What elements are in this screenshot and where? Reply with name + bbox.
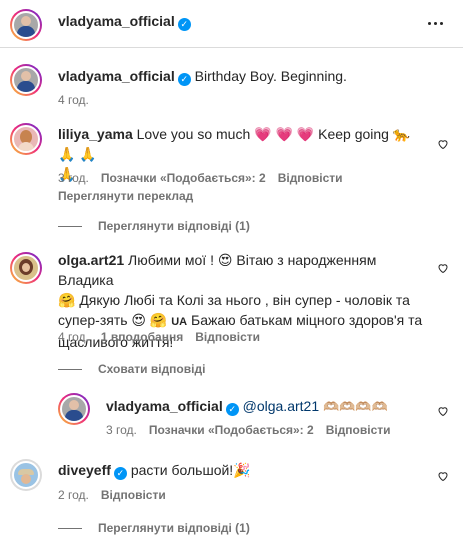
emoji: 🫶🏼🫶🏼🫶🏼🫶🏼 [323, 399, 388, 414]
caption-meta: 4 год. [58, 93, 89, 107]
like-heart-icon[interactable] [437, 262, 449, 274]
avatar[interactable] [10, 123, 42, 155]
reply-button[interactable]: Відповісти [195, 330, 260, 344]
comment-meta: 2 год. Відповісти [58, 488, 166, 502]
divider [58, 527, 82, 529]
comment-body: diveyeff ✓ расти большой!🎉 [58, 460, 251, 480]
avatar[interactable] [58, 393, 90, 425]
verified-badge-icon: ✓ [177, 73, 191, 86]
comment-username[interactable]: diveyeff [58, 462, 111, 478]
like-heart-icon[interactable] [437, 138, 449, 150]
divider [58, 225, 82, 227]
flag-emoji: UA [171, 316, 188, 328]
emoji: 🤗 [58, 292, 76, 308]
reply-time[interactable]: 3 год. [106, 423, 137, 437]
verified-badge-icon: ✓ [177, 18, 191, 31]
comment-username[interactable]: liliya_yama [58, 126, 133, 142]
emoji: 😍 [217, 252, 233, 268]
reply-button[interactable]: Відповісти [278, 171, 343, 185]
like-heart-icon[interactable] [437, 405, 449, 417]
post-header: vladyama_official ✓ [0, 0, 463, 48]
reply-body: vladyama_official ✓ @olga.art21 🫶🏼🫶🏼🫶🏼🫶🏼 [106, 396, 388, 417]
header-username-row[interactable]: vladyama_official ✓ [58, 13, 191, 31]
verified-badge-icon: ✓ [113, 467, 127, 480]
reply-username[interactable]: vladyama_official [106, 398, 223, 414]
view-replies-button[interactable]: Переглянути відповіді (1) [58, 521, 250, 535]
view-replies-label: Переглянути відповіді (1) [98, 521, 250, 535]
comment-time[interactable]: 4 год. [58, 330, 89, 344]
likes-count[interactable]: Позначки «Подобається»: 2 [149, 423, 314, 437]
comment-username[interactable]: olga.art21 [58, 252, 124, 268]
hide-replies-button[interactable]: Сховати відповіді [58, 362, 205, 376]
comment-text: Love you so much [136, 126, 251, 142]
comment-text: расти большой! [130, 462, 234, 478]
caption-username[interactable]: vladyama_official [58, 68, 175, 84]
mention-link[interactable]: @olga.art21 [243, 398, 319, 414]
view-replies-label: Переглянути відповіді (1) [98, 219, 250, 233]
more-options-icon[interactable] [423, 13, 447, 33]
caption-time[interactable]: 4 год. [58, 93, 89, 107]
comment-time[interactable]: 2 год. [58, 488, 89, 502]
comment-text: Бажаю батькам міцного здоров'я та [191, 312, 423, 328]
verified-badge-icon: ✓ [225, 403, 239, 416]
comment-text-b: Keep going [318, 126, 389, 142]
header-username[interactable]: vladyama_official [58, 13, 175, 29]
avatar[interactable] [10, 9, 42, 41]
reply-button[interactable]: Відповісти [101, 488, 166, 502]
avatar[interactable] [10, 252, 42, 284]
party-emoji: 🎉 [233, 462, 251, 478]
view-replies-button[interactable]: Переглянути відповіді (1) [58, 219, 250, 233]
avatar[interactable] [10, 459, 42, 491]
comment-text: супер-зять [58, 312, 128, 328]
comment-meta: 3 год. Позначки «Подобається»: 2 Відпові… [58, 171, 343, 185]
caption-body: vladyama_official ✓ Birthday Boy. Beginni… [58, 66, 347, 86]
reply-meta: 3 год. Позначки «Подобається»: 2 Відпові… [106, 423, 391, 437]
comment-time[interactable]: 3 год. [58, 171, 89, 185]
likes-count[interactable]: Позначки «Подобається»: 2 [101, 171, 266, 185]
like-heart-icon[interactable] [437, 470, 449, 482]
emoji: 😍 🤗 [131, 312, 168, 328]
avatar[interactable] [10, 64, 42, 96]
comment-text: Любими мої ! [128, 252, 214, 268]
likes-count[interactable]: 1 вподобання [101, 330, 183, 344]
caption-text: Birthday Boy. Beginning. [194, 68, 347, 84]
hearts-emoji: 💗 💗 💗 [254, 126, 315, 142]
comment-text: Дякую Любі та Колі за нього , він супер … [79, 292, 410, 308]
comment-meta: 4 год. 1 вподобання Відповісти [58, 330, 260, 344]
hide-replies-label: Сховати відповіді [98, 362, 206, 376]
divider [58, 368, 82, 370]
reply-button[interactable]: Відповісти [326, 423, 391, 437]
see-translation-link[interactable]: Переглянути переклад [58, 189, 193, 203]
